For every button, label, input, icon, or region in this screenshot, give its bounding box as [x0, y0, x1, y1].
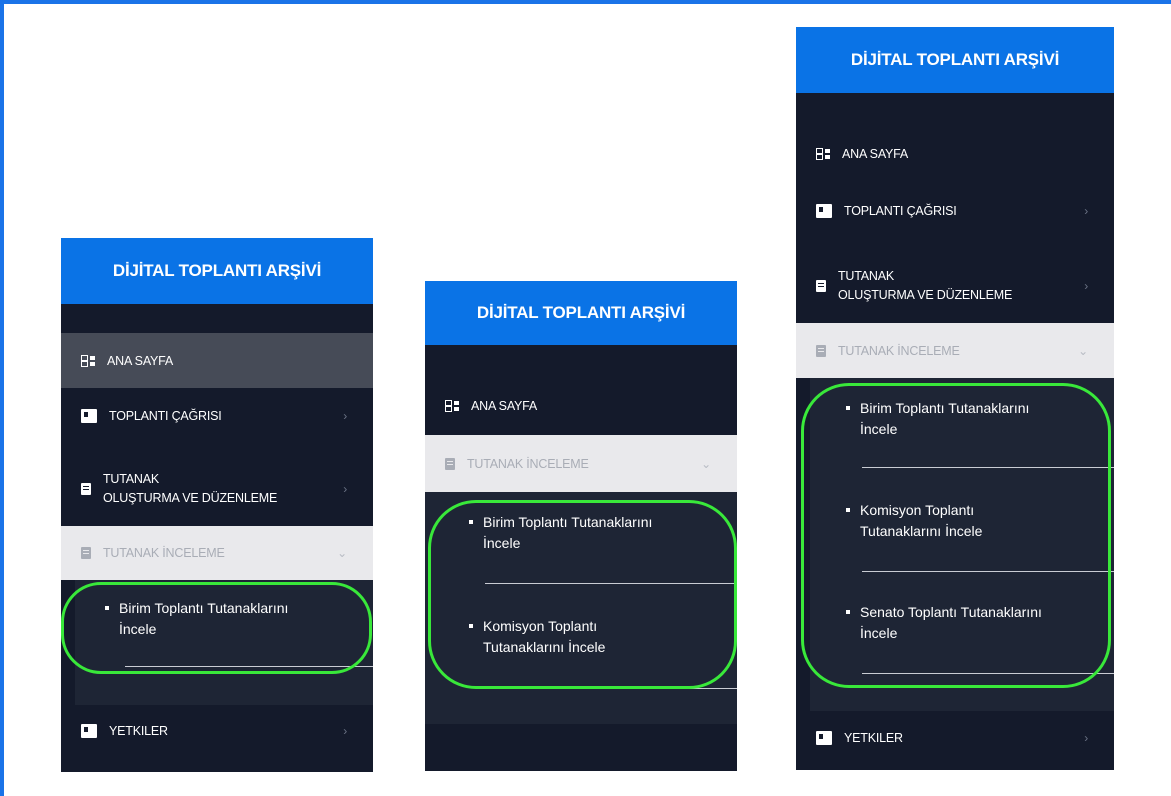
sidebar-item-home[interactable]: ANA SAYFA [425, 380, 737, 432]
sidebar-item-home[interactable]: ANA SAYFA [796, 128, 1114, 180]
sidebar-item-permissions[interactable]: YETKILER › [796, 711, 1114, 765]
chevron-right-icon: › [1084, 278, 1088, 293]
sidebar-item-label: TUTANAK İNCELEME [103, 546, 225, 560]
highlight-circle-2 [428, 500, 737, 689]
sidebar-item-label: ANA SAYFA [471, 399, 538, 413]
sidebar-item-label: TUTANAK İNCELEME [467, 456, 589, 471]
grid-icon [816, 148, 830, 160]
doc-icon [445, 457, 455, 470]
sidebar-item-label: OLUŞTURMA VE DÜZENLEME [103, 491, 278, 505]
sidebar-item-minutes-create[interactable]: TUTANAK OLUŞTURMA VE DÜZENLEME › [796, 249, 1114, 323]
card-icon [816, 731, 832, 745]
sidebar-item-home[interactable]: ANA SAYFA [61, 333, 373, 388]
card-icon [81, 409, 97, 423]
edit-doc-icon [816, 280, 826, 292]
sidebar-item-minutes-create[interactable]: TUTANAK OLUŞTURMA VE DÜZENLEME › [61, 452, 373, 526]
sidebar-item-call[interactable]: TOPLANTI ÇAĞRISI › [796, 184, 1114, 238]
sidebar-item-label: OLUŞTURMA VE DÜZENLEME [838, 288, 1013, 302]
chevron-right-icon: › [1084, 731, 1088, 745]
sidebar-item-review[interactable]: TUTANAK İNCELEME ⌄ [425, 435, 737, 492]
sidebar-panel-1: DİJİTAL TOPLANTI ARŞİVİ ANA SAYFA TOPLAN… [61, 238, 373, 772]
chevron-right-icon: › [1084, 204, 1088, 218]
sidebar-item-call[interactable]: TOPLANTI ÇAĞRISI › [61, 388, 373, 444]
brand-header: DİJİTAL TOPLANTI ARŞİVİ [796, 27, 1114, 93]
doc-icon [816, 344, 826, 357]
chevron-down-icon: ⌄ [701, 456, 711, 471]
sidebar-item-review[interactable]: TUTANAK İNCELEME ⌄ [61, 526, 373, 580]
card-icon [816, 204, 832, 218]
sidebar-item-label: YETKILER [109, 724, 168, 738]
chevron-right-icon: › [343, 481, 347, 496]
sidebar-item-label: TUTANAK [103, 472, 160, 486]
brand-header: DİJİTAL TOPLANTI ARŞİVİ [425, 281, 737, 345]
card-icon [81, 724, 97, 738]
sidebar-item-permissions[interactable]: YETKILER › [61, 705, 373, 757]
chevron-right-icon: › [343, 724, 347, 738]
sidebar-item-label: ANA SAYFA [107, 353, 174, 368]
chevron-down-icon: ⌄ [1078, 343, 1088, 358]
highlight-circle-3 [801, 383, 1111, 688]
brand-header: DİJİTAL TOPLANTI ARŞİVİ [61, 238, 373, 304]
edit-doc-icon [81, 483, 91, 495]
sidebar-item-label: TOPLANTI ÇAĞRISI [109, 409, 222, 423]
sidebar-item-label: TUTANAK İNCELEME [838, 343, 960, 358]
sidebar-item-review[interactable]: TUTANAK İNCELEME ⌄ [796, 323, 1114, 378]
chevron-right-icon: › [343, 409, 347, 423]
doc-icon [81, 547, 91, 559]
sidebar-item-label: ANA SAYFA [842, 147, 909, 161]
grid-icon [445, 400, 459, 412]
highlight-circle-1 [61, 582, 372, 674]
sidebar-item-label: YETKILER [844, 731, 903, 745]
sidebar-item-label: TOPLANTI ÇAĞRISI [844, 204, 957, 218]
grid-icon [81, 354, 95, 367]
chevron-down-icon: ⌄ [337, 546, 347, 560]
sidebar-item-label: TUTANAK [838, 269, 895, 283]
